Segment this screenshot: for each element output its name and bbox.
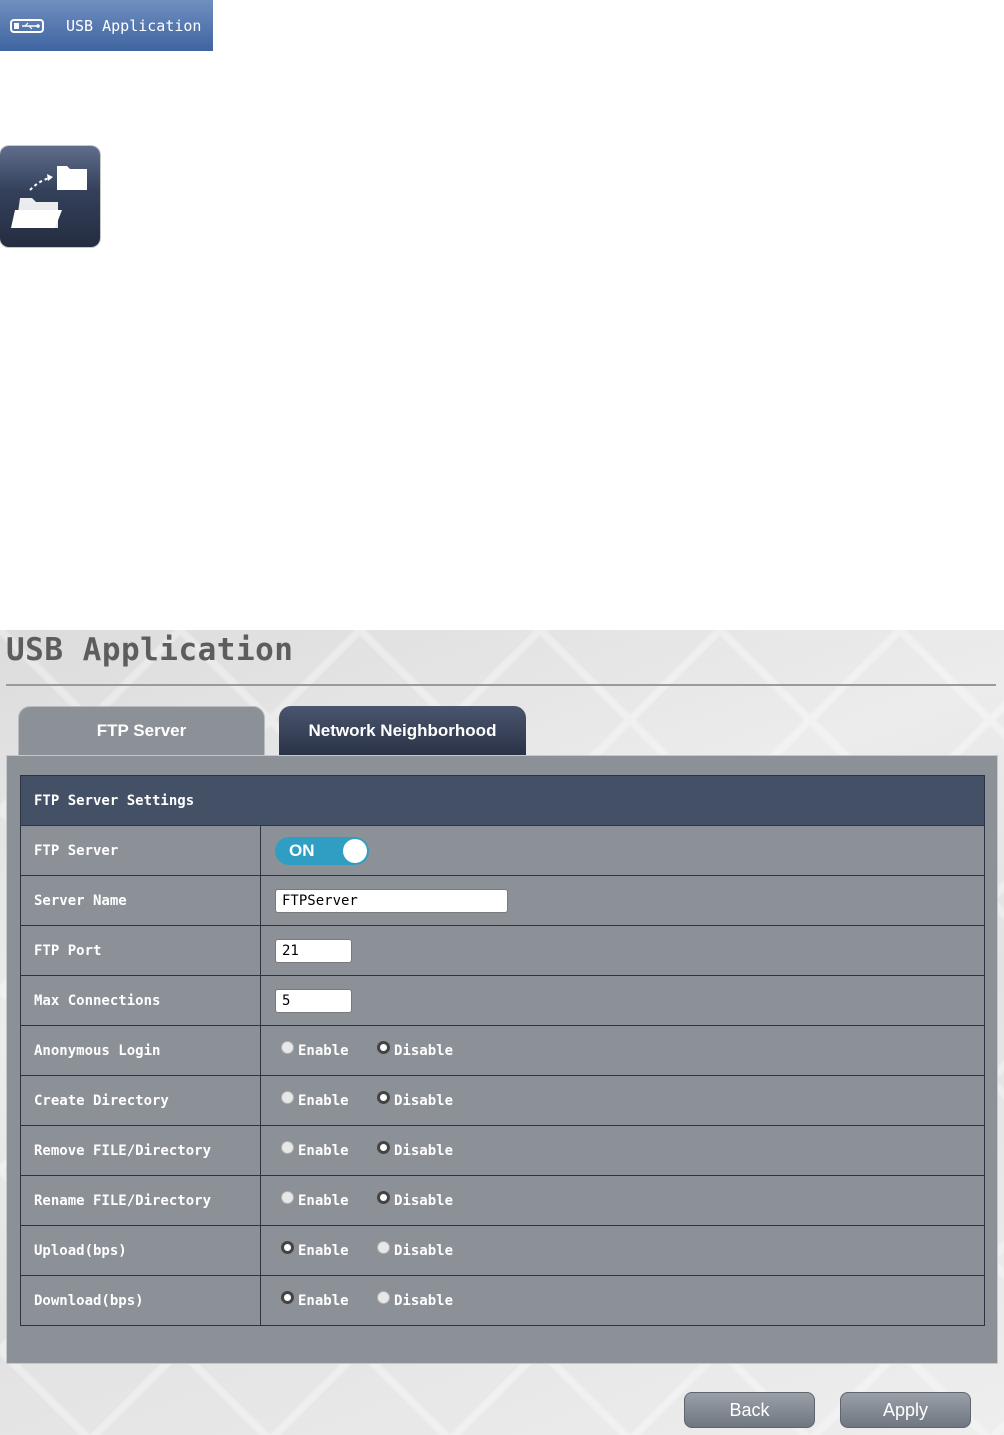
create-directory-options: Enable Disable — [260, 1075, 985, 1126]
anonymous-login-label: Anonymous Login — [20, 1025, 261, 1076]
upload-bps-options: Enable Disable — [260, 1225, 985, 1276]
download-bps-enable-radio[interactable] — [281, 1291, 294, 1304]
upload-bps-disable-radio[interactable] — [377, 1241, 391, 1254]
back-button[interactable]: Back — [684, 1392, 815, 1428]
rename-file-directory-label: Rename FILE/Directory — [20, 1175, 261, 1226]
toggle-knob — [343, 838, 367, 863]
disable-label: Disable — [394, 1292, 454, 1309]
enable-label: Enable — [298, 1292, 349, 1309]
ftp-port-input[interactable] — [275, 938, 352, 963]
disable-label: Disable — [394, 1042, 454, 1059]
ftp-server-label: FTP Server — [20, 825, 261, 876]
create-directory-enable-radio[interactable] — [281, 1091, 294, 1104]
ftp-settings-table: FTP Server Settings FTP Server ON Server… — [20, 775, 985, 1326]
tab-network-neighborhood[interactable]: Network Neighborhood — [279, 706, 526, 755]
download-bps-disable-radio[interactable] — [377, 1291, 391, 1304]
server-name-input[interactable] — [275, 888, 508, 913]
max-connections-label: Max Connections — [20, 975, 261, 1026]
settings-header: FTP Server Settings — [20, 775, 985, 826]
rename-file-directory-enable-radio[interactable] — [281, 1191, 294, 1204]
create-directory-label: Create Directory — [20, 1075, 261, 1126]
remove-file-directory-disable-radio[interactable] — [377, 1141, 391, 1154]
server-name-label: Server Name — [20, 875, 261, 926]
download-bps-options: Enable Disable — [260, 1275, 985, 1326]
usb-application-menu-button[interactable]: USB Application — [0, 0, 213, 51]
anonymous-login-disable-radio[interactable] — [377, 1041, 391, 1054]
disable-label: Disable — [394, 1242, 454, 1259]
table-row: Create Directory Enable Disable — [20, 1075, 985, 1126]
create-directory-disable-radio[interactable] — [377, 1091, 391, 1104]
remove-file-directory-label: Remove FILE/Directory — [20, 1125, 261, 1176]
disable-label: Disable — [394, 1142, 454, 1159]
enable-label: Enable — [298, 1192, 349, 1209]
table-row: Remove FILE/Directory Enable Disable — [20, 1125, 985, 1176]
tab-ftp-server[interactable]: FTP Server — [18, 706, 265, 755]
remove-file-directory-options: Enable Disable — [260, 1125, 985, 1176]
max-connections-input[interactable] — [275, 988, 352, 1013]
enable-label: Enable — [298, 1092, 349, 1109]
enable-label: Enable — [298, 1242, 349, 1259]
folder-transfer-icon[interactable] — [0, 146, 100, 247]
enable-label: Enable — [298, 1142, 349, 1159]
apply-button[interactable]: Apply — [840, 1392, 971, 1428]
title-divider — [6, 684, 996, 686]
usb-drive-icon — [10, 17, 44, 35]
anonymous-login-options: Enable Disable — [260, 1025, 985, 1076]
disable-label: Disable — [394, 1092, 454, 1109]
enable-label: Enable — [298, 1042, 349, 1059]
download-bps-label: Download(bps) — [20, 1275, 261, 1326]
table-row: Upload(bps) Enable Disable — [20, 1225, 985, 1276]
rename-file-directory-options: Enable Disable — [260, 1175, 985, 1226]
menu-label: USB Application — [66, 16, 202, 35]
rename-file-directory-disable-radio[interactable] — [377, 1191, 391, 1204]
settings-frame: FTP Server Settings FTP Server ON Server… — [6, 755, 998, 1364]
table-row: Download(bps) Enable Disable — [20, 1275, 985, 1326]
table-row: Anonymous Login Enable Disable — [20, 1025, 985, 1076]
table-row: Server Name — [20, 875, 985, 926]
usb-application-panel: USB Application FTP Server Network Neigh… — [0, 630, 1004, 1435]
remove-file-directory-enable-radio[interactable] — [281, 1141, 294, 1154]
upload-bps-enable-radio[interactable] — [281, 1241, 294, 1254]
upload-bps-label: Upload(bps) — [20, 1225, 261, 1276]
disable-label: Disable — [394, 1192, 454, 1209]
table-row: FTP Port — [20, 925, 985, 976]
toggle-state: ON — [289, 840, 315, 860]
table-row: Rename FILE/Directory Enable Disable — [20, 1175, 985, 1226]
page-title: USB Application — [6, 632, 294, 668]
ftp-server-toggle[interactable]: ON — [275, 836, 369, 865]
table-row: Max Connections — [20, 975, 985, 1026]
table-row: FTP Server ON — [20, 825, 985, 876]
ftp-port-label: FTP Port — [20, 925, 261, 976]
anonymous-login-enable-radio[interactable] — [281, 1041, 294, 1054]
